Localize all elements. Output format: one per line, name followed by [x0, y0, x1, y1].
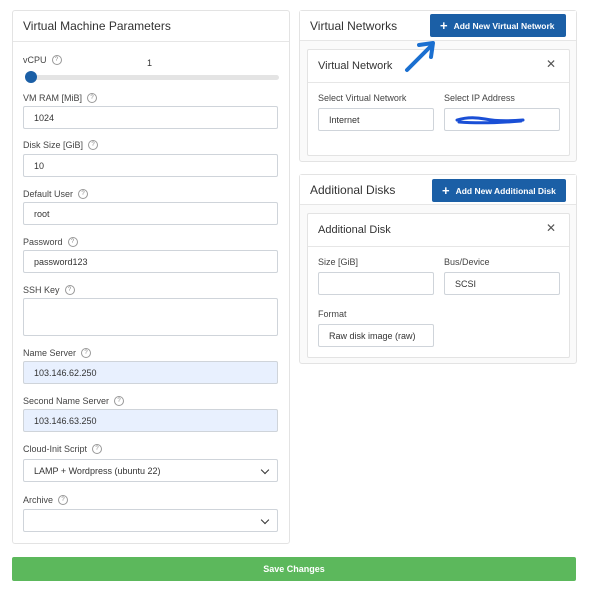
virtual-networks-title: Virtual Networks	[310, 18, 398, 33]
arrow-annotation-icon	[405, 41, 435, 72]
plus-icon: +	[442, 183, 450, 198]
cloud-init-selected: LAMP + Wordpress (ubuntu 22)	[34, 465, 161, 476]
default-user-input[interactable]: root	[23, 202, 278, 225]
second-name-server-label: Second Name Server ?	[23, 396, 125, 406]
help-icon[interactable]: ?	[114, 396, 125, 406]
additional-disks-title: Additional Disks	[310, 182, 396, 197]
plus-icon: +	[440, 18, 448, 33]
cloud-init-label: Cloud-Init Script ?	[23, 444, 103, 454]
add-additional-disk-button[interactable]: + Add New Additional Disk	[432, 179, 566, 202]
virtual-networks-panel: Virtual Networks + Add New Virtual Netwo…	[299, 10, 577, 162]
name-server-label: Name Server ?	[23, 348, 92, 358]
ram-label: VM RAM [MiB] ?	[23, 93, 98, 103]
help-icon[interactable]: ?	[92, 444, 103, 454]
format-label: Format	[318, 309, 347, 319]
select-ip-address-label: Select IP Address	[444, 93, 515, 103]
archive-label: Archive ?	[23, 495, 69, 505]
password-label: Password ?	[23, 237, 78, 247]
disk-size-input[interactable]: 10	[23, 154, 278, 177]
help-icon[interactable]: ?	[67, 237, 78, 247]
name-server-input[interactable]: 103.146.62.250	[23, 361, 278, 384]
archive-select[interactable]	[23, 509, 278, 532]
redaction-scribble	[455, 116, 525, 125]
card-divider	[308, 82, 569, 83]
save-changes-button[interactable]: Save Changes	[12, 557, 576, 581]
help-icon[interactable]: ?	[64, 285, 75, 295]
format-input[interactable]: Raw disk image (raw)	[318, 324, 434, 347]
ssh-key-label: SSH Key ?	[23, 285, 75, 295]
help-icon[interactable]: ?	[81, 348, 92, 358]
vcpu-value: 1	[147, 58, 153, 68]
select-ip-address-input[interactable]	[444, 108, 560, 131]
vcpu-label: vCPU ?	[23, 55, 62, 65]
ssh-key-textarea[interactable]	[23, 298, 278, 336]
card-divider	[308, 246, 569, 247]
bus-device-label: Bus/Device	[444, 257, 490, 267]
chevron-down-icon	[260, 465, 270, 475]
close-icon[interactable]: ✕	[546, 221, 556, 235]
cloud-init-select[interactable]: LAMP + Wordpress (ubuntu 22)	[23, 459, 278, 482]
add-virtual-network-button[interactable]: + Add New Virtual Network	[430, 14, 566, 37]
help-icon[interactable]: ?	[88, 140, 99, 150]
chevron-down-icon	[260, 515, 270, 525]
additional-disk-card: Additional Disk ✕ Size [GiB] Bus/Device …	[307, 213, 570, 358]
vm-parameters-panel: Virtual Machine Parameters vCPU ? 1 VM R…	[12, 10, 290, 544]
virtual-network-card-title: Virtual Network	[318, 60, 393, 72]
close-icon[interactable]: ✕	[546, 57, 556, 71]
disk-size-label: Disk Size [GiB] ?	[23, 140, 99, 150]
disk-size-gib-input[interactable]	[318, 272, 434, 295]
help-icon[interactable]: ?	[51, 55, 62, 65]
ram-input[interactable]: 1024	[23, 106, 278, 129]
select-virtual-network-input[interactable]: Internet	[318, 108, 434, 131]
bus-device-input[interactable]: SCSI	[444, 272, 560, 295]
additional-disks-panel: Additional Disks + Add New Additional Di…	[299, 174, 577, 364]
password-input[interactable]: password123	[23, 250, 278, 273]
default-user-label: Default User ?	[23, 189, 89, 199]
vm-parameters-header: Virtual Machine Parameters	[13, 11, 289, 42]
disk-size-gib-label: Size [GiB]	[318, 257, 359, 267]
additional-disk-card-title: Additional Disk	[318, 224, 391, 236]
help-icon[interactable]: ?	[58, 495, 69, 505]
select-virtual-network-label: Select Virtual Network	[318, 93, 407, 103]
vm-parameters-title: Virtual Machine Parameters	[23, 19, 171, 33]
help-icon[interactable]: ?	[87, 93, 98, 103]
vcpu-slider-handle[interactable]	[25, 71, 37, 83]
second-name-server-input[interactable]: 103.146.63.250	[23, 409, 278, 432]
help-icon[interactable]: ?	[78, 189, 89, 199]
vcpu-slider-track[interactable]	[27, 75, 279, 80]
